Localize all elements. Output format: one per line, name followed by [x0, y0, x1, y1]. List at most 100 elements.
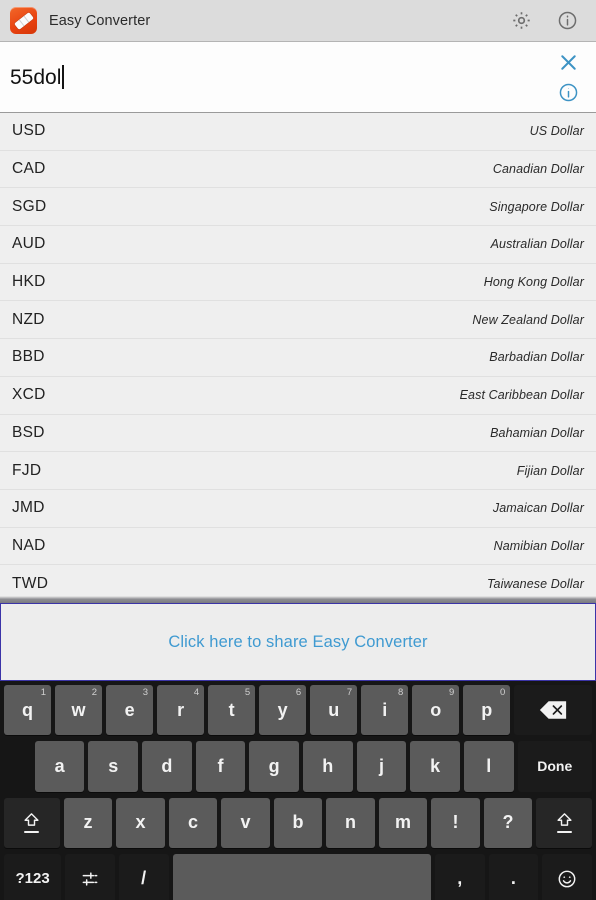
key-n[interactable]: n	[326, 797, 375, 848]
key-slash[interactable]: /	[118, 853, 169, 900]
list-bottom-scroll-edge[interactable]	[0, 596, 596, 603]
key-label: o	[430, 699, 442, 720]
key-superscript: 9	[448, 687, 455, 698]
key-g[interactable]: g	[249, 741, 299, 792]
currency-code: BSD	[12, 423, 45, 441]
currency-list-item[interactable]: BBD Barbadian Dollar	[0, 339, 596, 377]
search-actions	[540, 42, 596, 112]
keyboard-row-2: a s d f g h j k l Done	[2, 739, 594, 793]
currency-list-item[interactable]: NZD New Zealand Dollar	[0, 301, 596, 340]
currency-code: XCD	[12, 386, 46, 404]
key-label: p	[481, 699, 493, 720]
key-l[interactable]: l	[463, 741, 514, 792]
currency-name: Barbadian Dollar	[489, 350, 584, 365]
currency-list-item[interactable]: SGD Singapore Dollar	[0, 188, 596, 227]
currency-code: HKD	[12, 273, 46, 291]
key-superscript: 2	[91, 687, 98, 698]
emoji-smiley-icon[interactable]	[542, 853, 592, 900]
currency-list-item[interactable]: BSD Bahamian Dollar	[0, 414, 596, 453]
currency-list-item[interactable]: CAD Canadian Dollar	[0, 150, 596, 189]
key-m[interactable]: m	[378, 797, 428, 848]
key-h[interactable]: h	[302, 741, 353, 792]
keyboard-row2-left-spacer	[2, 739, 33, 793]
shift-arrow-glyph	[555, 812, 574, 834]
backspace-icon[interactable]	[514, 685, 592, 736]
key-comma[interactable]: ,	[434, 853, 485, 900]
keyboard-row-4: ?123 / , .	[2, 852, 594, 900]
close-x-icon[interactable]	[557, 51, 580, 74]
key-f[interactable]: f	[195, 741, 246, 792]
search-bar[interactable]: 55dol	[0, 42, 596, 113]
gear-icon[interactable]	[504, 4, 538, 38]
currency-list-item[interactable]: JMD Jamaican Dollar	[0, 489, 596, 528]
key-shift-right[interactable]	[536, 797, 593, 848]
currency-list-item[interactable]: AUD Australian Dollar	[0, 226, 596, 264]
key-superscript: 8	[397, 687, 404, 698]
key-r[interactable]: 4r	[157, 685, 205, 736]
key-c[interactable]: c	[168, 797, 218, 848]
key-s[interactable]: s	[88, 741, 139, 792]
app-icon-band	[13, 11, 34, 30]
currency-code: TWD	[12, 574, 49, 592]
key-i[interactable]: 8i	[361, 685, 409, 736]
text-caret	[62, 65, 64, 89]
key-superscript: 5	[244, 687, 251, 698]
currency-code: SGD	[12, 197, 47, 215]
key-x[interactable]: x	[116, 797, 165, 848]
key-z[interactable]: z	[63, 797, 113, 848]
currency-list[interactable]: USD US Dollar CAD Canadian Dollar SGD Singapo…	[0, 113, 596, 603]
on-screen-keyboard[interactable]: 1q2w3e4r5t6y7u8i9o0p a s d f g h j k l Done zxcvb…	[0, 681, 596, 900]
key-u[interactable]: 7u	[310, 685, 358, 736]
key-k[interactable]: k	[410, 741, 460, 792]
info-circle-icon[interactable]	[550, 4, 584, 38]
key-![interactable]: !	[431, 797, 480, 848]
currency-name: Namibian Dollar	[493, 538, 584, 553]
share-banner[interactable]: Click here to share Easy Converter	[0, 603, 596, 681]
currency-code: NZD	[12, 310, 45, 328]
key-label: e	[124, 699, 135, 720]
key-v[interactable]: v	[221, 797, 270, 848]
currency-list-item[interactable]: FJD Fijian Dollar	[0, 452, 596, 490]
currency-name: Hong Kong Dollar	[483, 275, 584, 290]
key-label: w	[71, 699, 86, 720]
currency-name: Singapore Dollar	[489, 199, 584, 214]
key-label: q	[22, 699, 34, 720]
key-shift-left[interactable]	[4, 797, 60, 848]
key-period[interactable]: .	[488, 853, 539, 900]
key-label: i	[382, 699, 388, 720]
app-title-bar: Easy Converter	[0, 0, 596, 42]
share-banner-label: Click here to share Easy Converter	[168, 632, 428, 651]
currency-list-item[interactable]: XCD East Caribbean Dollar	[0, 376, 596, 415]
currency-list-item[interactable]: USD US Dollar	[0, 113, 596, 151]
key-done[interactable]: Done	[517, 741, 592, 792]
keyboard-row-3: z x c v b n m!?	[2, 796, 594, 850]
keyboard-settings-sliders-icon[interactable]	[65, 853, 115, 900]
easy-converter-app-icon	[10, 7, 37, 34]
easy-converter-app-window: Easy Converter 55dol USD US Dollar CAD C…	[0, 0, 596, 900]
currency-list-item[interactable]: NAD Namibian Dollar	[0, 527, 596, 566]
key-?[interactable]: ?	[483, 797, 533, 848]
key-symbols[interactable]: ?123	[4, 853, 62, 900]
key-d[interactable]: d	[142, 741, 192, 792]
key-space[interactable]	[172, 853, 431, 900]
key-t[interactable]: 5t	[208, 685, 256, 736]
key-superscript: 1	[40, 687, 47, 698]
key-o[interactable]: 9o	[412, 685, 460, 736]
keyboard-row-1: 1q2w3e4r5t6y7u8i9o0p	[2, 683, 594, 737]
info-circle-icon[interactable]	[558, 82, 579, 103]
key-w[interactable]: 2w	[55, 685, 103, 736]
currency-list-item[interactable]: HKD Hong Kong Dollar	[0, 263, 596, 302]
key-e[interactable]: 3e	[106, 685, 154, 736]
key-label: u	[328, 699, 340, 720]
search-input[interactable]: 55dol	[0, 65, 540, 89]
key-q[interactable]: 1q	[4, 685, 52, 736]
search-input-value: 55dol	[10, 66, 62, 89]
shift-arrow-glyph	[22, 812, 41, 834]
key-j[interactable]: j	[356, 741, 407, 792]
key-b[interactable]: b	[273, 797, 323, 848]
key-a[interactable]: a	[34, 741, 85, 792]
key-superscript: 4	[193, 687, 200, 698]
key-p[interactable]: 0p	[463, 685, 511, 736]
key-y[interactable]: 6y	[259, 685, 307, 736]
currency-name: New Zealand Dollar	[472, 312, 584, 327]
